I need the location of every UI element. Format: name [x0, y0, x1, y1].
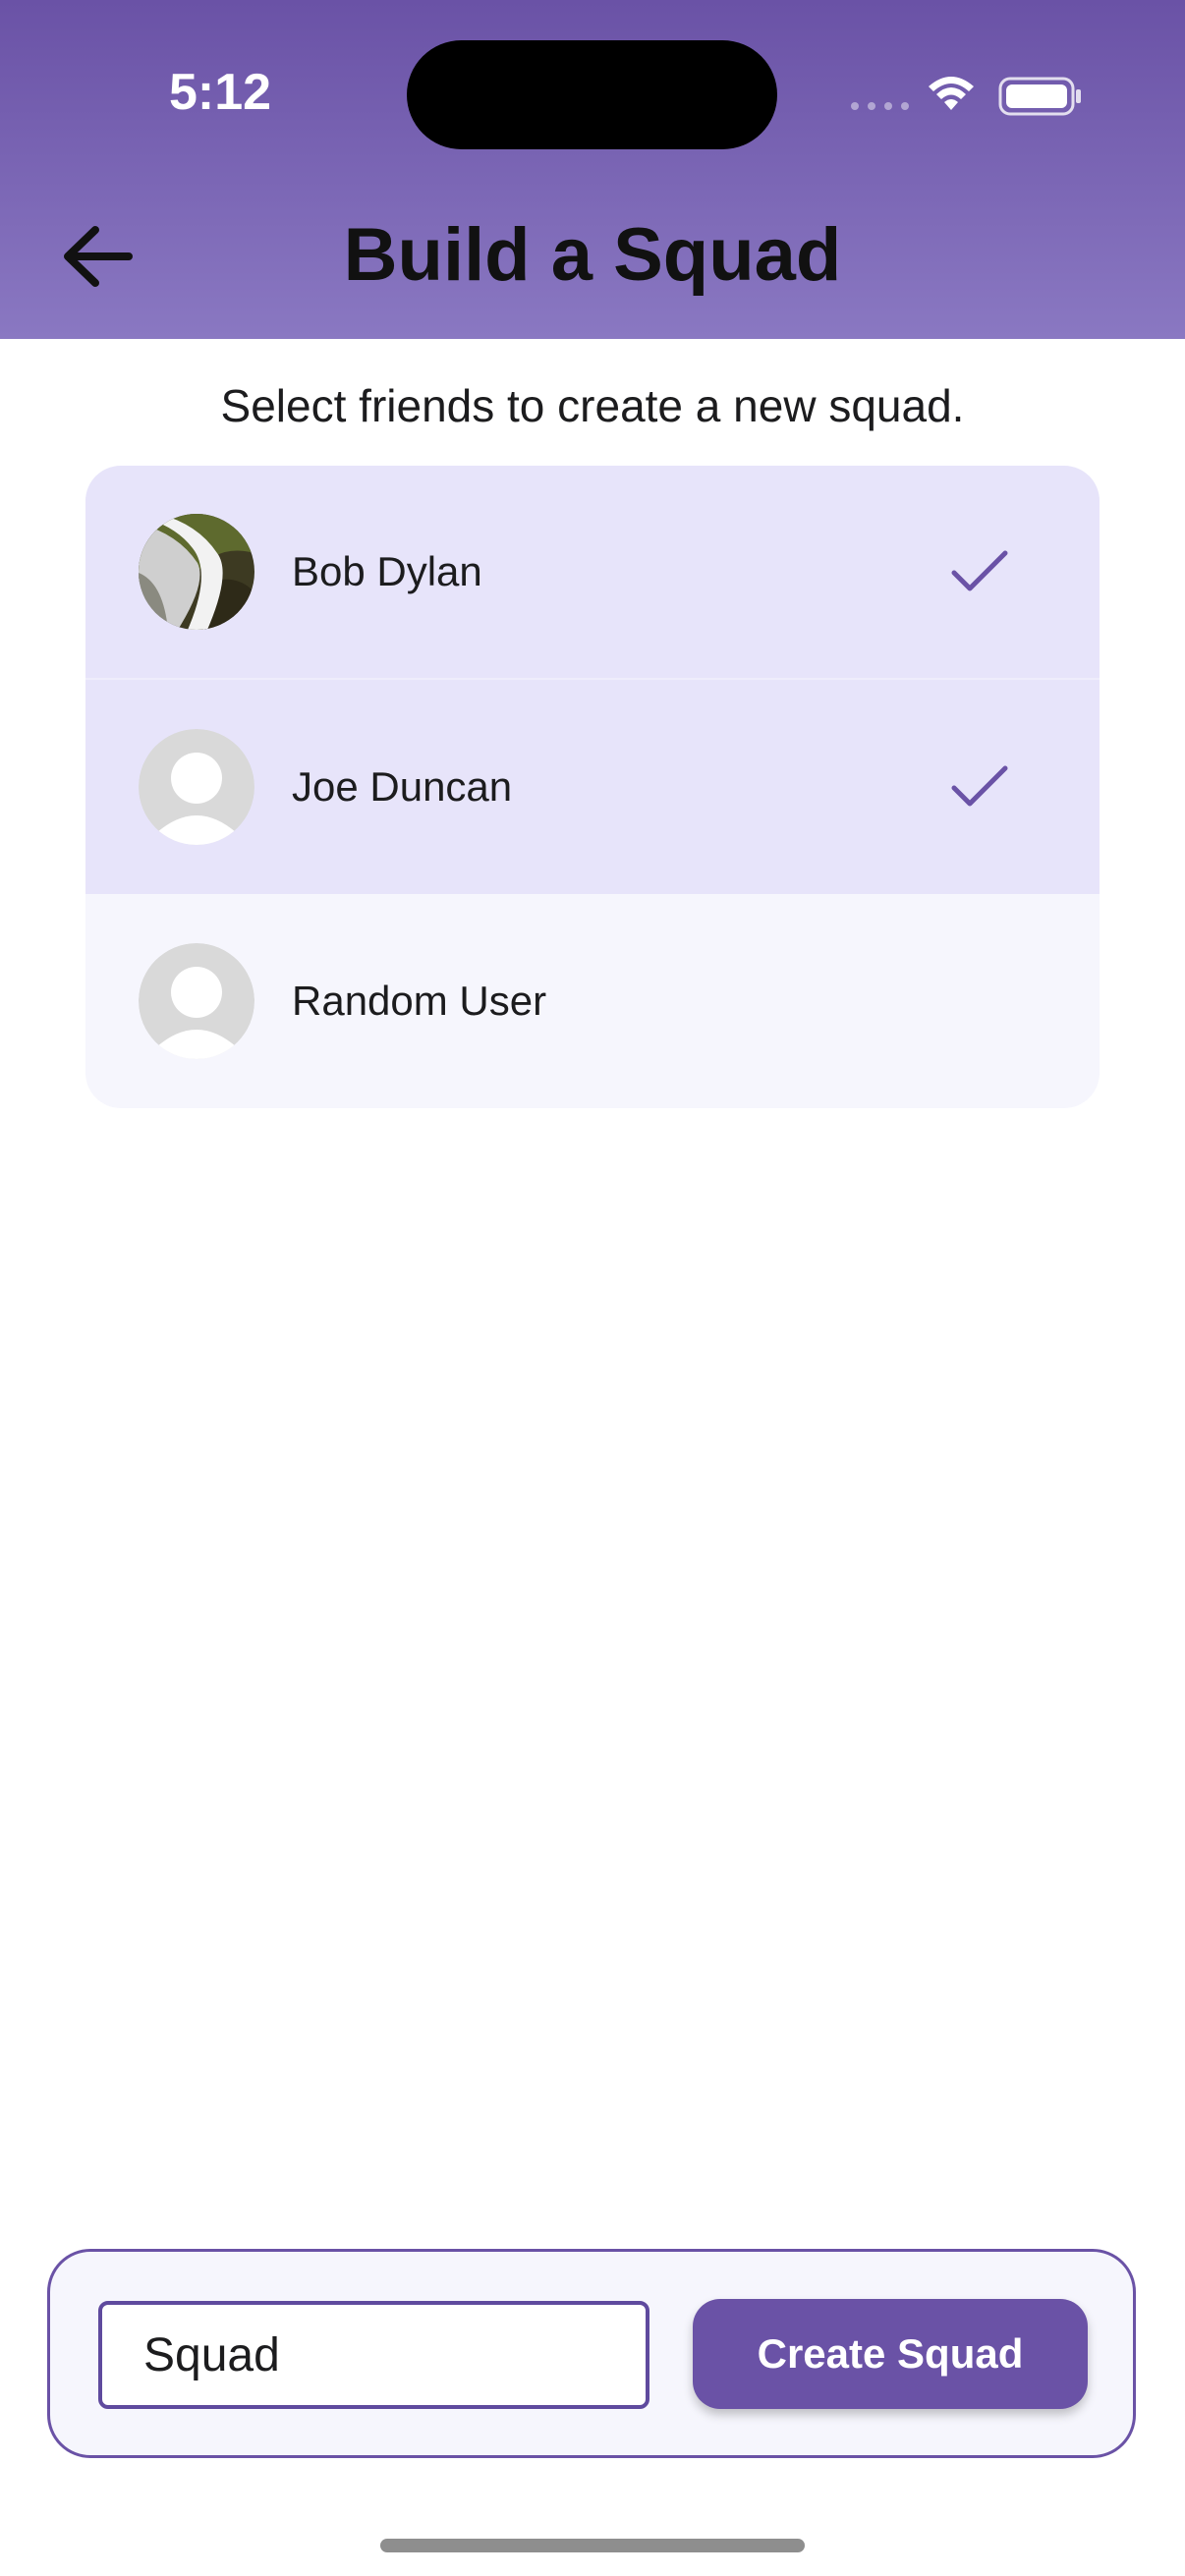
avatar-photo	[139, 514, 254, 630]
checkmark-icon	[951, 550, 1008, 591]
friend-row-random-user[interactable]: Random User	[85, 894, 1100, 1108]
friend-row-joe-duncan[interactable]: Joe Duncan	[85, 680, 1100, 894]
dynamic-island	[407, 40, 777, 149]
default-avatar-icon	[139, 943, 254, 1059]
signal-dots-icon	[851, 102, 909, 110]
friend-list: Bob Dylan Joe Duncan Random User	[85, 466, 1100, 1108]
create-squad-panel: Create Squad	[47, 2249, 1136, 2458]
friend-name: Joe Duncan	[292, 763, 513, 810]
friend-row-bob-dylan[interactable]: Bob Dylan	[85, 466, 1100, 680]
wifi-icon	[929, 77, 974, 110]
friend-name: Random User	[292, 978, 547, 1024]
home-indicator[interactable]	[380, 2539, 805, 2552]
battery-icon	[998, 77, 1081, 116]
default-avatar-icon	[139, 729, 254, 845]
app-header: 5:12 Build a Squad	[0, 0, 1185, 339]
page-title: Build a Squad	[343, 213, 842, 297]
friend-name: Bob Dylan	[292, 548, 482, 594]
create-squad-button[interactable]: Create Squad	[693, 2299, 1088, 2409]
checkmark-icon	[951, 765, 1008, 807]
instructions-text: Select friends to create a new squad.	[220, 380, 965, 431]
status-time: 5:12	[169, 64, 272, 121]
squad-name-input[interactable]	[98, 2301, 649, 2409]
